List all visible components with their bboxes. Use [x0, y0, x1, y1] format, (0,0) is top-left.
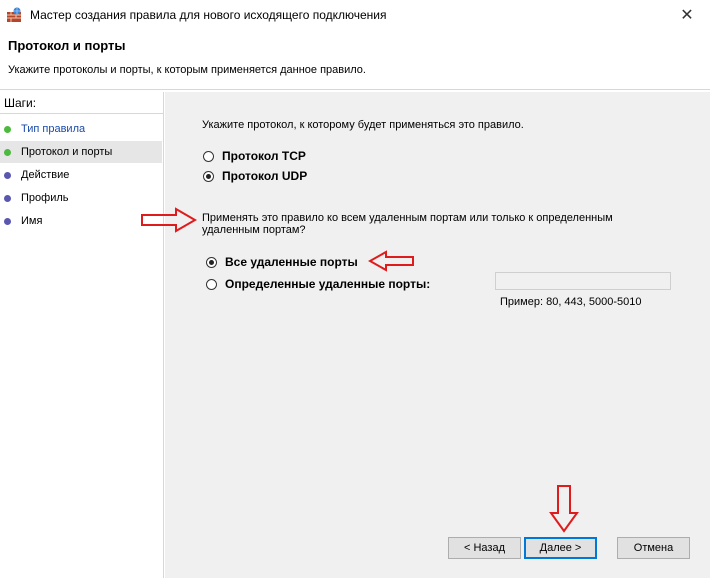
- sidebar-item-label: Протокол и порты: [21, 146, 113, 158]
- page-subtitle: Укажите протоколы и порты, к которым при…: [8, 64, 366, 76]
- step-pending-icon: [4, 171, 11, 179]
- sidebar-item-action: Действие: [0, 164, 162, 186]
- annotation-arrow-down-icon: [549, 485, 579, 533]
- radio-label: Все удаленные порты: [225, 255, 358, 269]
- radio-button-checked[interactable]: [203, 170, 214, 182]
- radio-button-unchecked[interactable]: [203, 150, 214, 162]
- sidebar-item-profile: Профиль: [0, 187, 162, 209]
- page-header: Протокол и порты Укажите протоколы и пор…: [0, 30, 710, 90]
- radio-label: Протокол TCP: [222, 149, 306, 163]
- radio-label: Определенные удаленные порты:: [225, 277, 431, 291]
- step-complete-icon: [4, 125, 11, 133]
- ports-question: Применять это правило ко всем удаленным …: [202, 212, 613, 236]
- page-title: Протокол и порты: [8, 38, 126, 53]
- protocol-tcp-radio[interactable]: Протокол TCP: [203, 149, 306, 163]
- step-pending-icon: [4, 194, 11, 202]
- radio-button-checked[interactable]: [206, 256, 217, 268]
- firewall-icon: [7, 7, 21, 22]
- sidebar-item-protocol-ports[interactable]: Протокол и порты: [0, 141, 162, 163]
- annotation-arrow-left-icon: [368, 250, 414, 272]
- back-button[interactable]: < Назад: [448, 537, 521, 559]
- annotation-arrow-right-icon: [141, 207, 197, 233]
- sidebar-item-label: Профиль: [21, 192, 69, 204]
- title-bar: Мастер создания правила для нового исход…: [0, 0, 710, 30]
- sidebar-item-name: Имя: [0, 210, 162, 232]
- window-title: Мастер создания правила для нового исход…: [30, 8, 387, 22]
- next-button[interactable]: Далее >: [524, 537, 597, 559]
- close-icon: ✕: [680, 7, 694, 24]
- specific-ports-input[interactable]: [495, 272, 671, 290]
- radio-label: Протокол UDP: [222, 169, 308, 183]
- step-current-icon: [4, 148, 11, 156]
- header-divider: [0, 89, 710, 90]
- protocol-question: Укажите протокол, к которому будет приме…: [202, 119, 524, 131]
- ports-question-line2: удаленным портам?: [202, 224, 306, 236]
- sidebar-item-rule-type[interactable]: Тип правила: [0, 118, 162, 140]
- steps-sidebar: Шаги: Тип правила Протокол и порты Дейст…: [0, 92, 164, 578]
- cancel-button[interactable]: Отмена: [617, 537, 690, 559]
- sidebar-item-label: Имя: [21, 215, 43, 227]
- step-pending-icon: [4, 217, 11, 225]
- sidebar-item-label: Действие: [21, 169, 70, 181]
- radio-button-unchecked[interactable]: [206, 278, 217, 290]
- specific-remote-ports-radio[interactable]: Определенные удаленные порты:: [206, 277, 430, 291]
- ports-example: Пример: 80, 443, 5000-5010: [500, 296, 642, 308]
- protocol-udp-radio[interactable]: Протокол UDP: [203, 169, 307, 183]
- close-button[interactable]: ✕: [664, 0, 710, 30]
- main-panel: Укажите протокол, к которому будет приме…: [165, 92, 710, 578]
- sidebar-item-label: Тип правила: [21, 123, 86, 135]
- all-remote-ports-radio[interactable]: Все удаленные порты: [206, 255, 358, 269]
- steps-label: Шаги:: [4, 96, 37, 110]
- steps-divider: [0, 113, 163, 114]
- ports-question-line1: Применять это правило ко всем удаленным …: [202, 212, 613, 224]
